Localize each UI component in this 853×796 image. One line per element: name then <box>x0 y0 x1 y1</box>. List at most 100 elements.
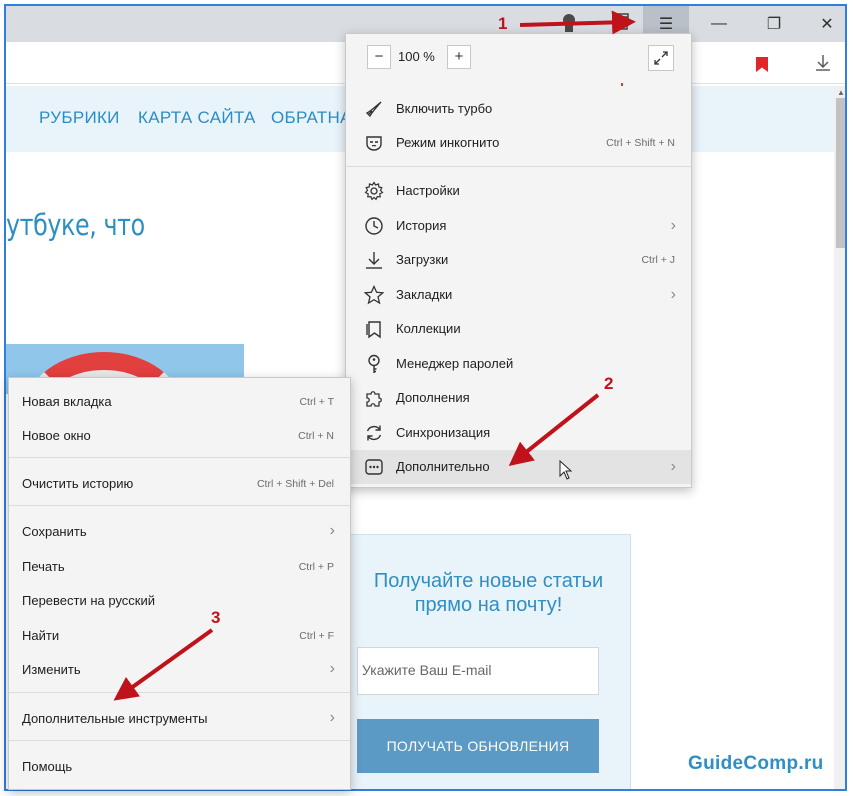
close-button[interactable]: ✕ <box>804 6 845 42</box>
annotation-number-3: 3 <box>211 608 221 627</box>
restore-icon: ❐ <box>766 16 782 33</box>
menu-label: Режим инкогнито <box>396 135 500 150</box>
menu-label: История <box>396 218 447 233</box>
menu-item-more[interactable]: Дополнительно › <box>346 450 691 484</box>
nav-feedback[interactable]: ОБРАТНА <box>271 108 352 128</box>
submenu-label: Печать <box>22 559 65 574</box>
nav-sitemap[interactable]: КАРТА САЙТА <box>138 108 256 128</box>
submenu-label: Очистить историю <box>22 476 134 491</box>
scroll-thumb[interactable] <box>836 98 845 248</box>
submenu-item-clear-history[interactable]: Очистить историю Ctrl + Shift + Del <box>9 467 350 501</box>
submenu-item-new-tab[interactable]: Новая вкладка Ctrl + T <box>9 385 350 419</box>
submenu-shortcut: Ctrl + N <box>298 430 334 442</box>
sync-icon <box>366 425 382 441</box>
account-icon[interactable] <box>559 12 579 34</box>
submenu-item-edit[interactable]: Изменить › <box>9 653 350 687</box>
submenu-label: Найти <box>22 628 60 643</box>
restore-button[interactable]: ❐ <box>751 6 797 42</box>
zoom-in-button[interactable]: + <box>447 45 471 69</box>
email-field[interactable]: Укажите Ваш E-mail <box>357 647 599 695</box>
submenu-divider <box>9 692 350 693</box>
submenu-item-find[interactable]: Найти Ctrl + F <box>9 619 350 653</box>
menu-label: Дополнительно <box>396 459 490 474</box>
scrollbar[interactable]: ▲ <box>834 86 845 789</box>
submenu-shortcut: Ctrl + T <box>299 396 334 408</box>
menu-shortcut: Ctrl + Shift + N <box>606 137 675 149</box>
submenu-label: Изменить <box>22 662 81 677</box>
menu-item-settings[interactable]: Настройки <box>346 174 691 208</box>
puzzle-icon <box>366 391 382 407</box>
scroll-up-arrow-icon[interactable]: ▲ <box>837 88 845 97</box>
mouse-cursor-icon <box>559 460 573 480</box>
menu-item-bookmarks[interactable]: Закладки › <box>346 278 691 312</box>
subscribe-title: Получайте новые статьи прямо на почту! <box>373 570 604 616</box>
submenu-item-new-window[interactable]: Новое окно Ctrl + N <box>9 419 350 453</box>
key-icon <box>368 354 380 373</box>
incognito-mask-icon <box>366 136 382 151</box>
menu-item-history[interactable]: История › <box>346 209 691 243</box>
zoom-controls: − 100 % + <box>346 34 691 82</box>
menu-item-password-manager[interactable]: Менеджер паролей <box>346 347 691 381</box>
menu-item-turbo[interactable]: Включить турбо <box>346 92 691 126</box>
red-marker <box>621 83 623 86</box>
bookmarks-panel-icon[interactable] <box>611 12 631 34</box>
minimize-button[interactable]: — <box>696 6 742 42</box>
menu-item-downloads[interactable]: Загрузки Ctrl + J <box>346 243 691 277</box>
submenu-label: Новая вкладка <box>22 394 112 409</box>
chevron-right-icon: › <box>670 217 676 234</box>
download-icon <box>366 252 382 269</box>
bookmark-flag-icon[interactable] <box>756 57 768 72</box>
menu-item-collections[interactable]: Коллекции <box>346 312 691 346</box>
menu-item-sync[interactable]: Синхронизация <box>346 416 691 450</box>
star-icon <box>364 285 384 305</box>
annotation-number-1: 1 <box>498 14 508 33</box>
submenu-divider <box>9 740 350 741</box>
menu-label: Коллекции <box>396 321 461 336</box>
fullscreen-button[interactable] <box>648 45 674 71</box>
download-icon[interactable] <box>815 54 831 72</box>
chevron-right-icon: › <box>670 458 676 475</box>
submenu-divider <box>9 505 350 506</box>
zoom-level: 100 % <box>398 49 435 64</box>
submenu-label: Новое окно <box>22 428 91 443</box>
submenu-item-help[interactable]: Помощь <box>9 750 350 784</box>
submenu-item-translate[interactable]: Перевести на русский <box>9 584 350 618</box>
menu-label: Загрузки <box>396 252 449 267</box>
menu-label: Синхронизация <box>396 425 491 440</box>
submenu-shortcut: Ctrl + P <box>298 561 334 573</box>
menu-label: Настройки <box>396 183 460 198</box>
menu-item-extensions[interactable]: Дополнения <box>346 381 691 415</box>
gear-icon <box>364 181 384 201</box>
annotation-number-2: 2 <box>604 374 614 393</box>
hamburger-icon: ☰ <box>658 16 674 33</box>
menu-item-incognito[interactable]: Режим инкогнито Ctrl + Shift + N <box>346 126 691 160</box>
menu-label: Менеджер паролей <box>396 356 514 371</box>
close-icon: ✕ <box>820 16 834 33</box>
submenu-item-more-tools[interactable]: Дополнительные инструменты › <box>9 702 350 736</box>
browser-main-menu: − 100 % + Включить турбо Режим инкогнито… <box>345 33 692 488</box>
menu-label: Дополнения <box>396 390 470 405</box>
menu-shortcut: Ctrl + J <box>641 254 675 266</box>
subscribe-button[interactable]: ПОЛУЧАТЬ ОБНОВЛЕНИЯ <box>357 719 599 773</box>
zoom-out-button[interactable]: − <box>367 45 391 69</box>
submenu-label: Помощь <box>22 759 73 774</box>
nav-rubrics[interactable]: РУБРИКИ <box>39 108 120 128</box>
submenu-label: Сохранить <box>22 524 87 539</box>
menu-divider <box>346 166 691 167</box>
chevron-right-icon: › <box>670 286 676 303</box>
menu-label: Закладки <box>396 287 453 302</box>
chevron-right-icon: › <box>329 709 335 726</box>
submenu-item-save[interactable]: Сохранить › <box>9 515 350 549</box>
submenu-label: Дополнительные инструменты <box>22 711 208 726</box>
submenu-shortcut: Ctrl + Shift + Del <box>256 478 334 490</box>
article-headline[interactable]: утбуке, что <box>6 208 145 242</box>
rocket-icon <box>365 101 382 118</box>
menu-label: Включить турбо <box>396 101 493 116</box>
subscribe-box: Получайте новые статьи прямо на почту! У… <box>346 534 631 789</box>
submenu-item-print[interactable]: Печать Ctrl + P <box>9 550 350 584</box>
more-dots-icon <box>365 459 383 475</box>
submenu-label: Перевести на русский <box>22 593 156 608</box>
clock-icon <box>365 217 383 235</box>
more-submenu: Новая вкладка Ctrl + T Новое окно Ctrl +… <box>8 377 351 790</box>
chevron-right-icon: › <box>329 660 335 677</box>
